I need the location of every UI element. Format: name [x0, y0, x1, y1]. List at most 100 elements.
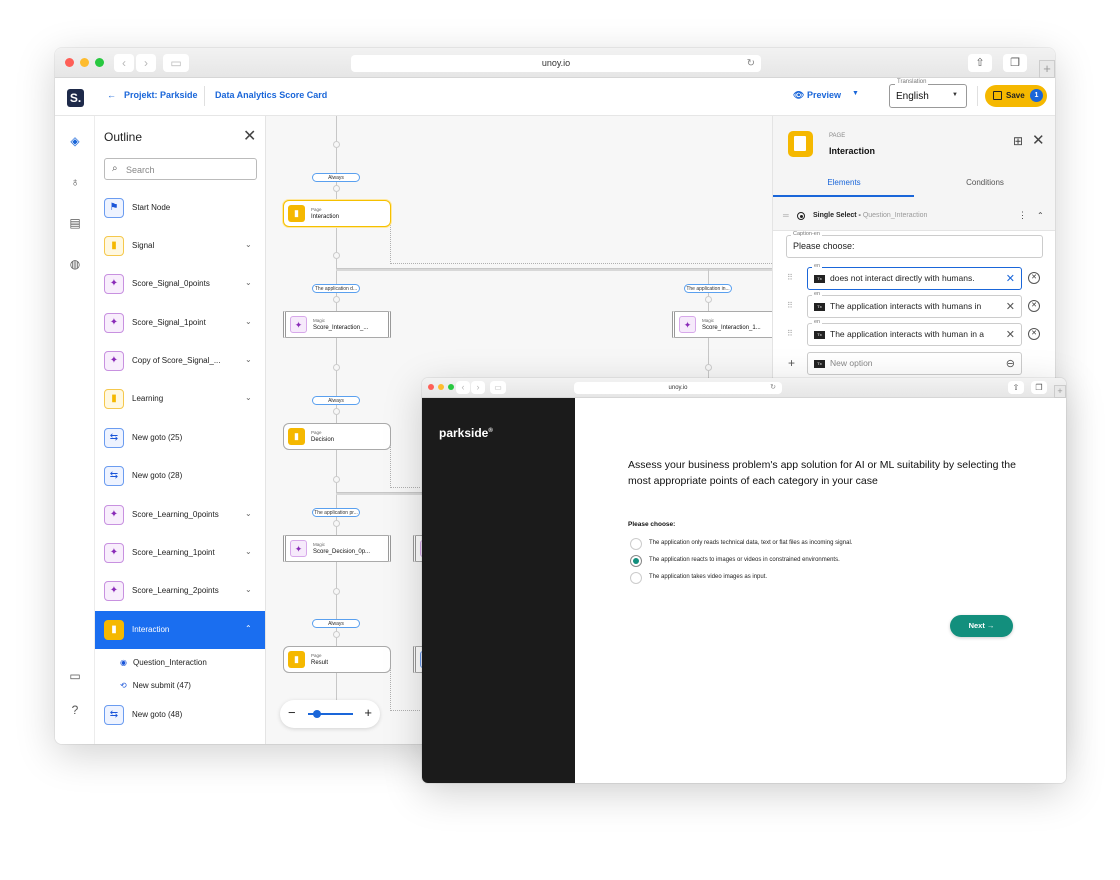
reload-icon[interactable]: ↻ [747, 55, 755, 72]
outline-item[interactable]: ⇆ New goto (28) [95, 457, 265, 495]
flow-node-magic[interactable]: ✦ Magic Score_Decision_0p... [283, 535, 391, 562]
connector-point[interactable] [333, 631, 340, 638]
radio-button[interactable] [630, 555, 642, 567]
connector-point[interactable] [333, 520, 340, 527]
connector-point[interactable] [333, 185, 340, 192]
flow-node-page[interactable]: ▮ Page Result [283, 646, 391, 673]
condition-pill[interactable]: The application in... [684, 284, 732, 293]
sub-item-question[interactable]: ◉ Question_Interaction [120, 658, 207, 667]
tabs-icon[interactable]: ❐ [1003, 54, 1027, 72]
outline-item[interactable]: ▮ Signal ⌄ [95, 227, 265, 265]
chat-icon[interactable]: ▭ [68, 669, 82, 683]
minimize-window-button[interactable] [438, 384, 444, 390]
app-logo[interactable]: S. [67, 89, 84, 107]
browser-forward-button[interactable]: › [471, 381, 485, 394]
clear-icon[interactable]: ✕ [1006, 300, 1015, 313]
outline-item[interactable]: ▮ Learning ⌄ [95, 380, 265, 418]
outline-item[interactable]: ✦ Score_Signal_1point ⌄ [95, 304, 265, 342]
flow-node-page[interactable]: ▮ Page Decision [283, 423, 391, 450]
help-icon[interactable]: ? [68, 703, 82, 717]
new-tab-button[interactable]: + [1039, 60, 1055, 78]
connector-point[interactable] [333, 364, 340, 371]
condition-pill[interactable]: Always [312, 173, 360, 182]
maximize-window-button[interactable] [448, 384, 454, 390]
tabs-icon[interactable]: ❐ [1031, 381, 1047, 394]
close-window-button[interactable] [428, 384, 434, 390]
sub-item-submit[interactable]: ⟲ New submit (47) [120, 681, 191, 690]
zoom-in-button[interactable]: + [364, 705, 372, 720]
chevron-down-icon[interactable]: ⌄ [245, 317, 252, 326]
chevron-up-icon[interactable]: ⌃ [245, 624, 252, 633]
close-icon[interactable]: ✕ [243, 126, 256, 146]
sidebar-toggle-icon[interactable]: ▭ [490, 381, 506, 394]
sidebar-toggle-icon[interactable]: ▭ [163, 54, 189, 72]
outline-item[interactable]: ✦ Copy of Score_Signal_... ⌄ [95, 342, 265, 380]
condition-pill[interactable]: Always [312, 396, 360, 405]
radio-button[interactable] [630, 572, 642, 584]
palette-icon[interactable]: ◍ [68, 257, 82, 271]
translation-select[interactable]: Translation English ▼ [889, 79, 967, 108]
clear-icon[interactable]: ✕ [1006, 272, 1015, 285]
connector-point[interactable] [333, 588, 340, 595]
browser-back-button[interactable]: ‹ [114, 54, 134, 72]
drag-handle-icon[interactable]: ⠿ [787, 329, 793, 338]
condition-pill[interactable]: The application pr... [312, 508, 360, 517]
address-bar[interactable]: unoy.io ↻ [351, 55, 761, 72]
zoom-slider-handle[interactable] [313, 710, 321, 718]
tab-elements[interactable]: Elements [773, 178, 915, 187]
option-input[interactable]: en Tx The application interacts with human… [807, 291, 1022, 318]
caption-field[interactable]: Caption-en Please choose: [786, 231, 1043, 258]
flow-node-magic[interactable]: ✦ Magic Score_Interaction_1... [672, 311, 772, 338]
preview-button[interactable]: 👁 Preview [793, 90, 841, 101]
address-bar[interactable]: unoy.io ↻ [574, 382, 782, 394]
new-option-input[interactable]: Tx New option ⊖ [807, 352, 1022, 375]
delete-option-icon[interactable]: ✕ [1028, 300, 1040, 312]
connector-point[interactable] [333, 408, 340, 415]
next-button[interactable]: Next → [950, 615, 1013, 637]
share-icon[interactable]: ⇧ [968, 54, 992, 72]
zoom-out-button[interactable]: − [288, 705, 296, 720]
radio-button[interactable] [630, 538, 642, 550]
close-window-button[interactable] [65, 58, 74, 67]
clear-icon[interactable]: ✕ [1006, 328, 1015, 341]
lightbulb-icon[interactable]: ♁ [68, 175, 82, 189]
option-input[interactable]: en Tx does not interact directly with huma… [807, 263, 1022, 290]
connector-point[interactable] [705, 364, 712, 371]
layers-icon[interactable]: ◈ [68, 134, 82, 148]
reload-icon[interactable]: ↻ [770, 382, 776, 394]
chevron-down-icon[interactable]: ⌄ [245, 509, 252, 518]
connector-point[interactable] [705, 296, 712, 303]
chevron-down-icon[interactable]: ⌄ [245, 240, 252, 249]
condition-pill[interactable]: Always [312, 619, 360, 628]
connector-point[interactable] [333, 296, 340, 303]
drag-handle-icon[interactable]: ═ [783, 211, 789, 220]
layout-icon[interactable]: ⊞ [1013, 134, 1023, 148]
save-button[interactable]: Save 1 [985, 85, 1047, 107]
drag-handle-icon[interactable]: ⠿ [787, 301, 793, 310]
outline-item[interactable]: ⇆ New goto (48) [95, 696, 265, 734]
link-icon[interactable]: ⊖ [1006, 357, 1015, 370]
close-icon[interactable]: ✕ [1032, 131, 1045, 149]
outline-item[interactable]: ⚑ Start Node [95, 189, 265, 227]
share-icon[interactable]: ⇧ [1008, 381, 1024, 394]
drag-handle-icon[interactable]: ⠿ [787, 273, 793, 282]
back-arrow-icon[interactable]: ← [107, 90, 116, 100]
chevron-down-icon[interactable]: ⌄ [245, 278, 252, 287]
more-options-icon[interactable]: ⋮ [1018, 210, 1027, 221]
flow-node-page[interactable]: ▮ Page Interaction [283, 200, 391, 227]
search-input[interactable]: ⌕ Search [104, 158, 257, 180]
minimize-window-button[interactable] [80, 58, 89, 67]
comments-icon[interactable]: ▤ [68, 216, 82, 230]
tab-conditions[interactable]: Conditions [914, 178, 1055, 187]
outline-item[interactable]: ✦ Score_Learning_0points ⌄ [95, 496, 265, 534]
outline-item[interactable]: ✦ Score_Learning_2points ⌄ [95, 572, 265, 610]
browser-back-button[interactable]: ‹ [456, 381, 470, 394]
outline-item[interactable]: ✦ Score_Signal_0points ⌄ [95, 265, 265, 303]
condition-pill[interactable]: The application d... [312, 284, 360, 293]
outline-item[interactable]: ⇆ New goto (25) [95, 419, 265, 457]
chevron-down-icon[interactable]: ⌄ [245, 547, 252, 556]
browser-forward-button[interactable]: › [136, 54, 156, 72]
chevron-down-icon[interactable]: ⌄ [245, 355, 252, 364]
new-tab-button[interactable]: + [1054, 385, 1066, 398]
outline-item[interactable]: ✦ Score_Learning_1point ⌄ [95, 534, 265, 572]
